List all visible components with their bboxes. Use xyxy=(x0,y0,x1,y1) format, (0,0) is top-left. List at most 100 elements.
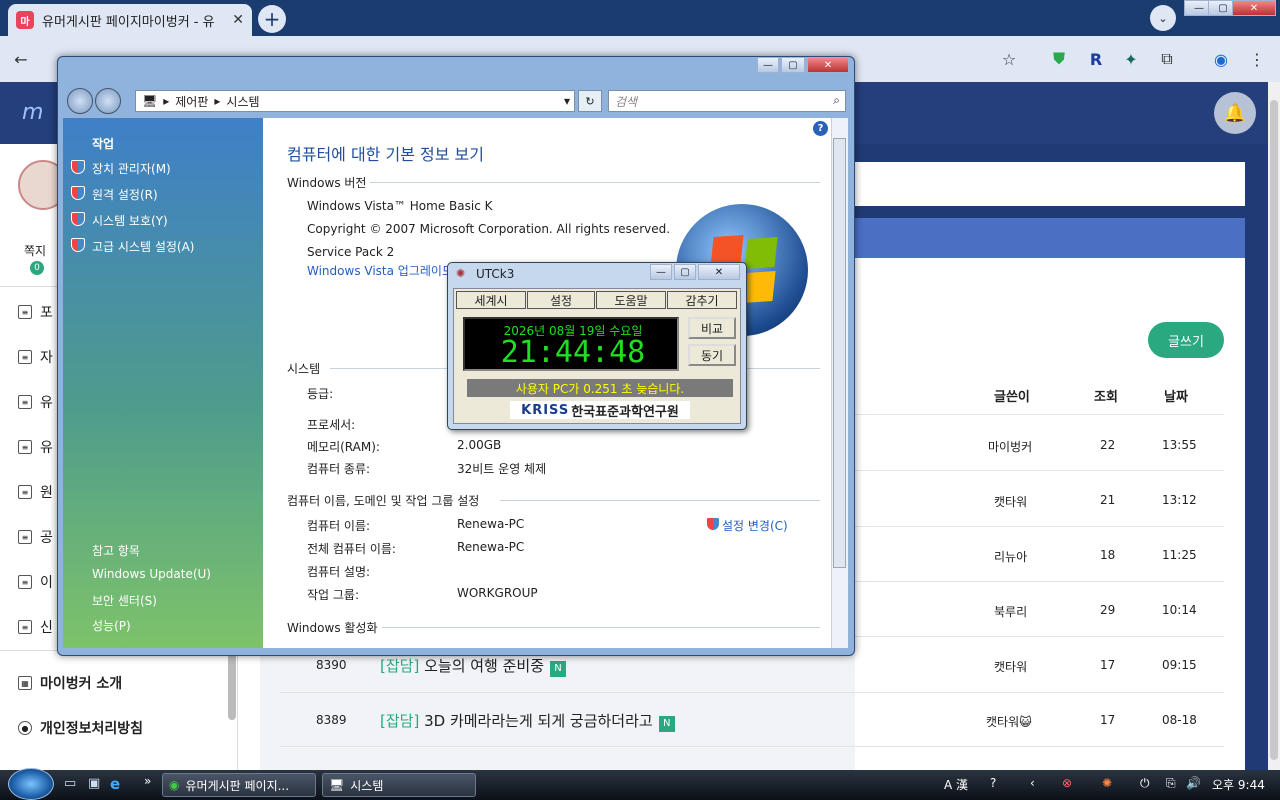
switch-windows-icon[interactable]: ▣ xyxy=(88,776,100,791)
help-icon[interactable]: ? xyxy=(813,121,828,136)
tab-hide[interactable]: 감추기 xyxy=(667,291,737,309)
sidebar-about-link[interactable]: ▦ 마이벙커 소개 xyxy=(18,672,122,694)
sidebar-item[interactable]: ≡ 포 xyxy=(18,301,53,323)
row-number: 8390 xyxy=(316,658,347,672)
forward-button[interactable] xyxy=(95,88,121,114)
write-button[interactable]: 글쓰기 xyxy=(1148,322,1224,358)
tab-help[interactable]: 도움말 xyxy=(596,291,666,309)
taskbar-clock[interactable]: 오후 9:44 xyxy=(1212,776,1265,793)
sidebar-item[interactable]: ≡ 자 xyxy=(18,346,53,368)
start-button[interactable] xyxy=(8,768,54,800)
help-tray-icon[interactable]: ? xyxy=(990,776,996,790)
sidebar-item[interactable]: ≡ 신 xyxy=(18,616,53,638)
task-remote-settings[interactable]: 원격 설정(R) xyxy=(92,186,158,203)
search-input[interactable]: 검색 ⌕ xyxy=(608,90,846,112)
task-device-manager[interactable]: 장치 관리자(M) xyxy=(92,160,171,177)
back-button[interactable] xyxy=(67,88,93,114)
utck-title: UTCk3 xyxy=(476,267,515,281)
computer-name-value: Renewa-PC xyxy=(457,517,525,531)
task-system-protection[interactable]: 시스템 보호(Y) xyxy=(92,212,168,229)
page-scrollbar-thumb[interactable] xyxy=(1270,100,1278,760)
vista-minimize-button[interactable]: — xyxy=(757,57,779,73)
message-label[interactable]: 쪽지 xyxy=(24,242,46,259)
network-icon[interactable]: ⎘ xyxy=(1166,776,1176,791)
row-author: 캣타워😺 xyxy=(986,715,1032,729)
sidebar-privacy-link[interactable]: ● 개인정보처리방침 xyxy=(18,717,143,739)
sidebar-item[interactable]: ≡ 유 xyxy=(18,391,53,413)
vista-maximize-button[interactable]: ▢ xyxy=(781,57,805,73)
chevron-down-icon[interactable]: ▾ xyxy=(564,94,570,108)
tray-app-icon[interactable]: ⊗ xyxy=(1062,776,1072,790)
tab-settings[interactable]: 설정 xyxy=(527,291,595,309)
vista-scrollbar-thumb[interactable] xyxy=(833,138,846,568)
link-security-center[interactable]: 보안 센터(S) xyxy=(92,592,157,609)
sidebar-item-label: 공 xyxy=(40,530,53,546)
row-date: 13:55 xyxy=(1162,438,1197,452)
row-author: 캣타워 xyxy=(994,660,1028,674)
compare-button[interactable]: 비교 xyxy=(688,317,736,339)
link-performance[interactable]: 성능(P) xyxy=(92,617,131,634)
search-icon[interactable]: ⌕ xyxy=(833,93,840,108)
sidebar-item[interactable]: ≡ 원 xyxy=(18,481,53,503)
utck-maximize-button[interactable]: ▢ xyxy=(674,264,696,280)
translate-extension-icon[interactable]: ✦ xyxy=(1120,48,1142,70)
row-author: 마이벙커 xyxy=(988,440,1033,454)
task-advanced-settings[interactable]: 고급 시스템 설정(A) xyxy=(92,238,194,255)
clock-display: 2026년 08월 19일 수요일 21:44:48 xyxy=(463,317,679,371)
section-divider xyxy=(500,500,820,501)
vista-close-button[interactable]: ✕ xyxy=(807,57,849,73)
sidebar-item[interactable]: ≡ 공 xyxy=(18,526,53,548)
logo-green-pane xyxy=(744,236,778,270)
ie-icon[interactable]: e xyxy=(110,775,120,793)
tray-app-icon[interactable]: ⏻ xyxy=(1140,776,1150,791)
r-extension-icon[interactable]: R xyxy=(1085,48,1107,70)
menu-kebab-icon[interactable]: ⋮ xyxy=(1246,48,1268,70)
row-title-link[interactable]: [잡담] 3D 카메라라는게 되게 궁금하더라고 N xyxy=(380,710,675,732)
change-settings-link[interactable]: 설정 변경(C) xyxy=(722,517,788,534)
breadcrumb-control-panel[interactable]: 제어판 xyxy=(175,93,208,110)
link-windows-update[interactable]: Windows Update(U) xyxy=(92,567,211,581)
sidebar-item-label: 마이벙커 소개 xyxy=(40,676,123,692)
notification-bell-icon[interactable]: 🔔 xyxy=(1214,92,1256,134)
computer-name-label: 컴퓨터 이름: xyxy=(307,519,371,533)
ime-indicator[interactable]: A 漢 xyxy=(944,776,968,793)
bookmark-star-icon[interactable]: ☆ xyxy=(998,48,1020,70)
browser-tab[interactable]: 마 유머게시판 페이지마이벙커 - 유 ✕ xyxy=(8,4,252,36)
sidebar-item-label: 신 xyxy=(40,620,53,636)
tab-world-time[interactable]: 세계시 xyxy=(456,291,526,309)
taskbar-system-button[interactable]: 🖥 시스템 xyxy=(322,773,476,797)
tray-app-icon[interactable]: ✺ xyxy=(1102,776,1112,790)
close-button[interactable]: ✕ xyxy=(1232,0,1276,16)
upgrade-link[interactable]: Windows Vista 업그레이드 xyxy=(307,262,453,279)
tray-expand-icon[interactable]: ‹ xyxy=(1030,776,1035,790)
section-edition: Windows 버전 xyxy=(287,176,367,190)
taskbar-item-label: 유머게시판 페이지... xyxy=(185,778,290,793)
back-icon[interactable]: ← xyxy=(10,48,32,70)
row-date: 09:15 xyxy=(1162,658,1197,672)
extensions-puzzle-icon[interactable]: ⧉ xyxy=(1156,48,1178,70)
breadcrumb-system[interactable]: 시스템 xyxy=(226,93,259,110)
volume-icon[interactable]: 🔊 xyxy=(1186,776,1201,790)
refresh-button[interactable]: ↻ xyxy=(578,90,602,112)
sync-button[interactable]: 동기 xyxy=(688,344,736,366)
quicklaunch-more-icon[interactable]: » xyxy=(144,774,151,788)
list-icon: ≡ xyxy=(18,530,32,544)
profile-icon[interactable]: ◉ xyxy=(1210,48,1232,70)
close-tab-icon[interactable]: ✕ xyxy=(232,12,244,28)
row-title-link[interactable]: [잡담] 오늘의 여행 준비중 N xyxy=(380,655,567,677)
full-name-value: Renewa-PC xyxy=(457,540,525,554)
tab-search-button[interactable]: ⌄ xyxy=(1150,5,1176,31)
new-tab-button[interactable]: + xyxy=(258,5,286,33)
show-desktop-icon[interactable]: ▭ xyxy=(64,776,76,791)
sidebar-item[interactable]: ≡ 이 xyxy=(18,571,53,593)
utck-close-button[interactable]: ✕ xyxy=(698,264,740,280)
kriss-logo-mark: KRISS xyxy=(521,402,570,418)
utck-minimize-button[interactable]: — xyxy=(650,264,672,280)
taskbar-chrome-button[interactable]: ◉ 유머게시판 페이지... xyxy=(162,773,316,797)
shield-extension-icon[interactable]: ⛊ xyxy=(1048,48,1070,70)
site-logo[interactable]: m xyxy=(22,100,43,125)
sidebar-item[interactable]: ≡ 유 xyxy=(18,436,53,458)
address-bar[interactable]: 🖥 ▸ 제어판 ▸ 시스템 ▾ xyxy=(135,90,575,112)
workgroup-value: WORKGROUP xyxy=(457,586,538,600)
list-icon: ≡ xyxy=(18,620,32,634)
